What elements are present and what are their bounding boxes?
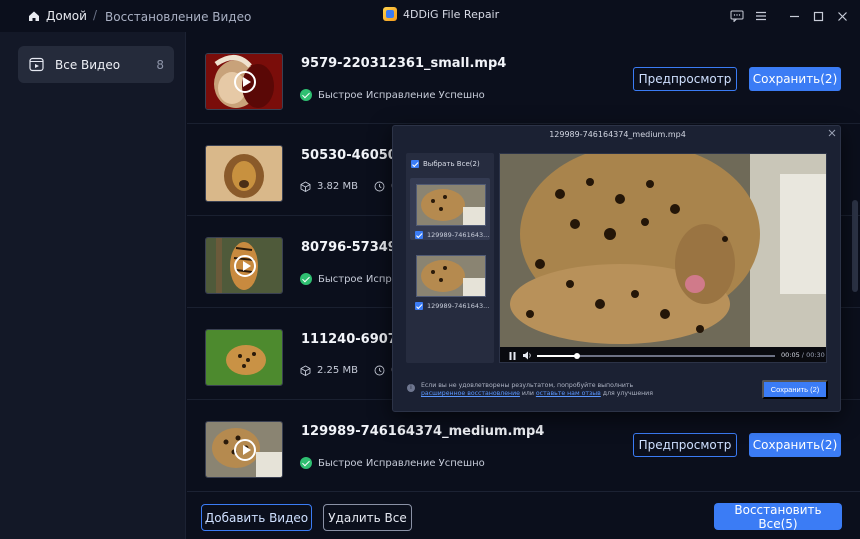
repair-status-text: Быстрое Исправление Успешно xyxy=(318,89,485,101)
sidebar-item-all-videos[interactable]: Все Видео 8 xyxy=(18,46,174,83)
preview-button[interactable]: Предпросмотр xyxy=(633,433,737,457)
delete-all-button[interactable]: Удалить Все xyxy=(323,504,412,531)
repair-status-text: Быстрое Исправление Успешно xyxy=(318,457,485,469)
home-link[interactable]: Домой xyxy=(28,9,87,23)
message-icon xyxy=(730,10,744,22)
video-thumbnail[interactable] xyxy=(205,329,283,386)
minimize-button[interactable] xyxy=(786,8,802,24)
repair-status: Быстрое Исправление Успешно xyxy=(300,457,485,469)
preview-item-thumbnail xyxy=(416,255,486,297)
video-folder-icon xyxy=(29,57,44,72)
checkbox-checked-icon[interactable] xyxy=(415,231,423,239)
play-icon xyxy=(234,439,256,461)
sidebar: Все Видео 8 xyxy=(0,32,186,539)
hamburger-icon xyxy=(756,11,766,21)
app-title: 4DDiG File Repair xyxy=(383,7,499,21)
pause-icon[interactable] xyxy=(509,352,516,360)
info-tail: для улучшения xyxy=(602,390,653,397)
video-progress-track[interactable] xyxy=(537,353,775,359)
bottom-bar: Добавить Видео Удалить Все Восстановить … xyxy=(187,491,860,539)
info-icon: i xyxy=(407,384,415,392)
preview-item-label: 129989-7461643... xyxy=(415,231,489,239)
feedback-link[interactable]: оставьте нам отзыв xyxy=(536,390,601,397)
sidebar-item-count: 8 xyxy=(156,58,164,72)
minimize-icon xyxy=(789,15,799,17)
restore-all-button[interactable]: Восстановить Все(5) xyxy=(714,503,842,531)
video-thumbnail[interactable] xyxy=(205,145,283,202)
volume-icon[interactable] xyxy=(522,351,532,360)
save-button[interactable]: Сохранить(2) xyxy=(749,67,841,91)
success-check-icon xyxy=(300,273,312,285)
clock-icon xyxy=(374,365,385,376)
preview-button[interactable]: Предпросмотр xyxy=(633,67,737,91)
preview-item-name: 129989-7461643... xyxy=(427,231,490,239)
file-size-text: 3.82 MB xyxy=(317,181,358,192)
preview-list-item[interactable]: 129989-7461643... xyxy=(410,178,490,240)
video-controls: 00:05 / 00:30 xyxy=(500,347,826,362)
file-size-icon xyxy=(300,181,311,192)
file-size-icon xyxy=(300,365,311,376)
clock-icon xyxy=(374,181,385,192)
video-filename: 9579-220312361_small.mp4 xyxy=(301,56,507,71)
preview-item-label: 129989-7461643... xyxy=(415,302,489,310)
preview-info: i Если вы не удовлетворены результатом, … xyxy=(407,382,657,398)
close-button[interactable] xyxy=(834,8,850,24)
video-time: 00:05 / 00:30 xyxy=(781,351,825,359)
close-icon xyxy=(837,11,847,21)
add-video-button[interactable]: Добавить Видео xyxy=(201,504,312,531)
select-all-label: Выбрать Все(2) xyxy=(423,160,480,168)
select-all-checkbox[interactable]: Выбрать Все(2) xyxy=(411,160,480,168)
preview-list-item[interactable]: 129989-7461643... xyxy=(410,249,490,311)
preview-dialog-title: 129989-746164374_medium.mp4 xyxy=(549,130,686,139)
table-row: 9579-220312361_small.mp4 Быстрое Исправл… xyxy=(187,32,860,124)
video-progress-handle[interactable] xyxy=(574,353,581,359)
play-icon xyxy=(234,71,256,93)
play-icon xyxy=(234,255,256,277)
close-icon xyxy=(828,129,836,137)
preview-file-list: Выбрать Все(2) 129989-7461643... 129989-… xyxy=(406,153,494,363)
breadcrumb-current: Восстановление Видео xyxy=(105,10,252,24)
video-progress-fill xyxy=(537,355,578,357)
title-bar: Домой / Восстановление Видео 4DDiG File … xyxy=(0,0,860,32)
repair-status: Быстрое Исправление Успешно xyxy=(300,89,485,101)
video-thumbnail[interactable] xyxy=(205,53,283,110)
breadcrumb-separator: / xyxy=(93,8,98,22)
preview-save-button[interactable]: Сохранить (2) xyxy=(762,380,828,399)
success-check-icon xyxy=(300,457,312,469)
time-current: 00:05 xyxy=(781,351,800,359)
home-label: Домой xyxy=(46,9,87,23)
menu-button[interactable] xyxy=(753,8,769,24)
video-thumbnail[interactable] xyxy=(205,421,283,478)
file-size-text: 2.25 MB xyxy=(317,365,358,376)
list-scrollbar[interactable] xyxy=(852,200,858,292)
checkbox-checked-icon[interactable] xyxy=(415,302,423,310)
advanced-restore-link[interactable]: расширенное восстановление xyxy=(421,390,520,397)
preview-close-button[interactable] xyxy=(828,129,836,140)
app-logo-icon xyxy=(383,7,397,21)
table-row: 129989-746164374_medium.mp4 Быстрое Испр… xyxy=(187,400,860,491)
app-title-text: 4DDiG File Repair xyxy=(403,7,500,21)
maximize-icon xyxy=(813,11,823,21)
video-thumbnail[interactable] xyxy=(205,237,283,294)
feedback-button[interactable] xyxy=(729,8,745,24)
preview-dialog: 129989-746164374_medium.mp4 Выбрать Все(… xyxy=(392,125,841,412)
home-icon xyxy=(29,11,39,21)
sidebar-item-label: Все Видео xyxy=(55,58,121,72)
video-player[interactable]: 00:05 / 00:30 xyxy=(499,153,827,363)
video-frame xyxy=(500,154,826,347)
success-check-icon xyxy=(300,89,312,101)
info-text: Если вы не удовлетворены результатом, по… xyxy=(421,382,634,389)
checkbox-checked-icon xyxy=(411,160,419,168)
time-total: 00:30 xyxy=(806,351,825,359)
maximize-button[interactable] xyxy=(810,8,826,24)
preview-item-name: 129989-7461643... xyxy=(427,302,490,310)
save-button[interactable]: Сохранить(2) xyxy=(749,433,841,457)
preview-item-thumbnail xyxy=(416,184,486,226)
video-filename: 129989-746164374_medium.mp4 xyxy=(301,424,545,439)
info-or: или xyxy=(521,390,534,397)
